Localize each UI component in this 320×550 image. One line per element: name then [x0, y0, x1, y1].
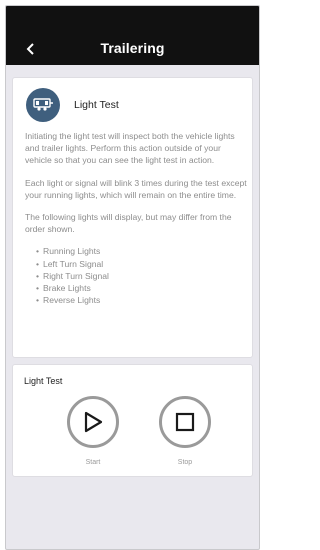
- trailer-light-icon: [26, 88, 60, 122]
- app-header: Trailering: [6, 6, 259, 65]
- stop-icon: [175, 412, 195, 432]
- list-item: Left Turn Signal: [36, 258, 247, 270]
- start-ring[interactable]: [67, 396, 119, 448]
- paragraph: Each light or signal will blink 3 times …: [25, 177, 247, 200]
- page-title: Trailering: [100, 40, 165, 56]
- start-button[interactable]: Start: [65, 396, 121, 466]
- paragraph: Initiating the light test will inspect b…: [25, 131, 235, 166]
- phone-screen: Trailering Light Test Initiating the lig…: [5, 5, 260, 550]
- list-item: Right Turn Signal: [36, 270, 247, 282]
- light-test-controls-card: Light Test Start Stop: [12, 364, 253, 477]
- play-icon: [84, 411, 103, 433]
- card-title: Light Test: [74, 99, 119, 111]
- stop-button[interactable]: Stop: [157, 396, 213, 466]
- list-item: Brake Lights: [36, 282, 247, 294]
- lights-list: Running Lights Left Turn Signal Right Tu…: [25, 245, 247, 306]
- controls-label: Light Test: [24, 376, 63, 386]
- list-item: Reverse Lights: [36, 294, 247, 306]
- stop-label: Stop: [177, 459, 193, 466]
- start-label: Start: [85, 459, 101, 466]
- stop-ring[interactable]: [159, 396, 211, 448]
- list-item: Running Lights: [36, 245, 247, 257]
- light-test-info-card: Light Test Initiating the light test wil…: [12, 77, 253, 358]
- paragraph: The following lights will display, but m…: [25, 212, 232, 235]
- instructions-text: Initiating the light test will inspect b…: [25, 130, 247, 307]
